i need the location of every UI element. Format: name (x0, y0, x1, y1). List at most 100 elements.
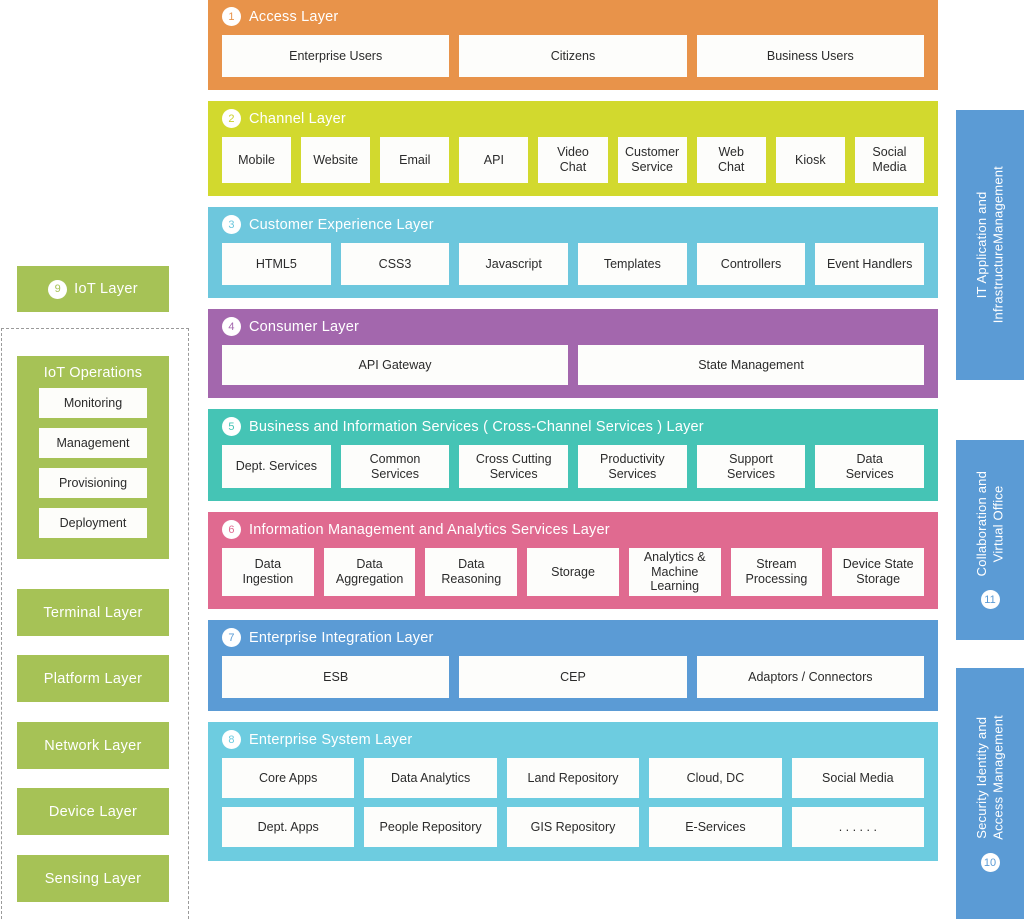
badge-8: 8 (222, 730, 241, 749)
layer-enterprise-integration-title-row: 7 Enterprise Integration Layer (222, 627, 924, 648)
layer-business-information-services-title: Business and Information Services ( Cros… (249, 418, 704, 435)
layer-information-management-analytics: 6 Information Management and Analytics S… (208, 512, 938, 609)
iot-operation-monitoring[interactable]: Monitoring (39, 388, 147, 418)
layer-customer-experience-row-1: HTML5 CSS3 Javascript Templates Controll… (222, 243, 925, 285)
cell-cloud-dc[interactable]: Cloud, DC (649, 758, 782, 798)
badge-10: 10 (980, 853, 1000, 873)
layer-consumer-title: Consumer Layer (249, 318, 359, 335)
panel-it-application-infrastructure-management[interactable]: IT Application and InfrastructureManageme… (956, 110, 1024, 380)
iot-stack-platform-layer[interactable]: Platform Layer (17, 655, 169, 702)
layer-channel-row-1: Mobile Website Email API Video Chat Custo… (222, 137, 924, 183)
layer-enterprise-integration-row-1: ESB CEP Adaptors / Connectors (222, 656, 924, 698)
layer-access-title: Access Layer (249, 8, 339, 25)
cell-support-services[interactable]: Support Services (696, 445, 806, 488)
cell-business-users[interactable]: Business Users (696, 35, 924, 77)
cell-state-management[interactable]: State Management (578, 345, 924, 385)
cell-people-repository[interactable]: People Repository (364, 807, 497, 847)
panel-security-identity-access-management-label: Security Identity and Access Management (973, 714, 1005, 840)
cell-storage[interactable]: Storage (527, 548, 619, 596)
cell-web-chat[interactable]: Web Chat (696, 137, 766, 183)
cell-data-aggregation[interactable]: Data Aggregation (323, 548, 416, 596)
cell-javascript[interactable]: Javascript (459, 243, 569, 285)
cell-data-services[interactable]: Data Services (815, 445, 925, 488)
cell-cep[interactable]: CEP (459, 656, 687, 698)
layer-enterprise-integration: 7 Enterprise Integration Layer ESB CEP A… (208, 620, 938, 711)
layer-business-information-services-row-1: Dept. Services Common Services Cross Cutt… (222, 445, 925, 488)
iot-operation-provisioning[interactable]: Provisioning (39, 468, 147, 498)
cell-gis-repository[interactable]: GIS Repository (506, 807, 640, 847)
iot-stack-device-layer[interactable]: Device Layer (17, 788, 169, 835)
cell-esb[interactable]: ESB (222, 656, 450, 698)
panel-collaboration-virtual-office[interactable]: Collaboration and Virtual Office 11 (956, 440, 1024, 640)
badge-6: 6 (222, 520, 241, 539)
iot-stack-terminal-layer[interactable]: Terminal Layer (17, 589, 169, 636)
badge-11: 11 (980, 590, 1000, 610)
layer-information-management-analytics-title: Information Management and Analytics Ser… (249, 521, 610, 538)
badge-4: 4 (222, 317, 241, 336)
cell-enterprise-users[interactable]: Enterprise Users (222, 35, 450, 77)
layer-consumer-title-row: 4 Consumer Layer (222, 316, 924, 337)
layer-channel: 2 Channel Layer Mobile Website Email API… (208, 101, 938, 196)
cell-dept-services[interactable]: Dept. Services (222, 445, 331, 488)
badge-1: 1 (222, 7, 241, 26)
badge-9: 9 (48, 279, 68, 299)
badge-5: 5 (222, 417, 241, 436)
cell-html5[interactable]: HTML5 (222, 243, 331, 285)
iot-stack-sensing-layer[interactable]: Sensing Layer (17, 855, 169, 902)
badge-3: 3 (222, 215, 241, 234)
cell-templates[interactable]: Templates (578, 243, 687, 285)
iot-layer-header[interactable]: 9 IoT Layer (17, 266, 169, 312)
cell-api[interactable]: API (459, 137, 529, 183)
cell-core-apps[interactable]: Core Apps (222, 758, 355, 798)
iot-operation-deployment[interactable]: Deployment (39, 508, 147, 538)
panel-security-identity-access-management[interactable]: Security Identity and Access Management 1… (956, 668, 1024, 919)
layer-customer-experience-title-row: 3 Customer Experience Layer (222, 214, 924, 235)
cell-e-services[interactable]: E-Services (649, 807, 782, 847)
layer-enterprise-integration-title: Enterprise Integration Layer (249, 629, 434, 646)
layer-business-information-services-title-row: 5 Business and Information Services ( Cr… (222, 416, 924, 437)
cell-video-chat[interactable]: Video Chat (538, 137, 608, 183)
cell-website[interactable]: Website (301, 137, 371, 183)
layer-channel-title: Channel Layer (249, 110, 346, 127)
cell-dept-apps[interactable]: Dept. Apps (222, 807, 355, 847)
layer-channel-title-row: 2 Channel Layer (222, 108, 924, 129)
layer-information-management-analytics-row-1: Data Ingestion Data Aggregation Data Reason… (222, 548, 925, 596)
cell-mobile[interactable]: Mobile (222, 137, 292, 183)
cell-social-media-enterprise[interactable]: Social Media (791, 758, 925, 798)
layer-business-information-services: 5 Business and Information Services ( Cr… (208, 409, 938, 501)
iot-stack-network-layer[interactable]: Network Layer (17, 722, 169, 769)
cell-controllers[interactable]: Controllers (696, 243, 806, 285)
cell-citizens[interactable]: Citizens (459, 35, 687, 77)
cell-stream-processing[interactable]: Stream Processing (730, 548, 823, 596)
cell-common-services[interactable]: Common Services (340, 445, 450, 488)
iot-sidebar: 9 IoT Layer IoT Operations Monitoring Ma… (0, 0, 200, 919)
cell-data-reasoning[interactable]: Data Reasoning (425, 548, 518, 596)
layer-stack: 1 Access Layer Enterprise Users Citizens… (208, 0, 938, 872)
cell-adaptors-connectors[interactable]: Adaptors / Connectors (696, 656, 924, 698)
panel-collaboration-virtual-office-label: Collaboration and Virtual Office (973, 470, 1005, 577)
layer-enterprise-system: 8 Enterprise System Layer Core Apps Data… (208, 722, 938, 861)
cell-api-gateway[interactable]: API Gateway (222, 345, 568, 385)
iot-operations-title: IoT Operations (43, 365, 143, 381)
cell-device-state-storage[interactable]: Device State Storage (832, 548, 925, 596)
cell-data-ingestion[interactable]: Data Ingestion (222, 548, 314, 596)
cell-event-handlers[interactable]: Event Handlers (815, 243, 925, 285)
cell-data-analytics[interactable]: Data Analytics (364, 758, 497, 798)
cell-kiosk[interactable]: Kiosk (775, 137, 845, 183)
layer-customer-experience: 3 Customer Experience Layer HTML5 CSS3 J… (208, 207, 938, 298)
cell-land-repository[interactable]: Land Repository (506, 758, 640, 798)
cell-email[interactable]: Email (380, 137, 450, 183)
layer-enterprise-system-row-2: Dept. Apps People Repository GIS Reposit… (222, 807, 925, 847)
iot-operation-management[interactable]: Management (39, 428, 147, 458)
cross-cutting-panels: IT Application and InfrastructureManageme… (956, 0, 1024, 919)
badge-2: 2 (222, 109, 241, 128)
cell-css3[interactable]: CSS3 (340, 243, 450, 285)
cell-analytics-machine-learning[interactable]: Analytics & Machine Learning (628, 548, 721, 596)
layer-enterprise-system-title-row: 8 Enterprise System Layer (222, 729, 924, 750)
cell-social-media[interactable]: Social Media (854, 137, 924, 183)
cell-cross-cutting-services[interactable]: Cross Cutting Services (459, 445, 569, 488)
cell-customer-service[interactable]: Customer Service (617, 137, 687, 183)
cell-productivity-services[interactable]: Productivity Services (578, 445, 687, 488)
layer-access-row-1: Enterprise Users Citizens Business Users (222, 35, 924, 77)
cell-ellipsis[interactable]: . . . . . . (791, 807, 925, 847)
